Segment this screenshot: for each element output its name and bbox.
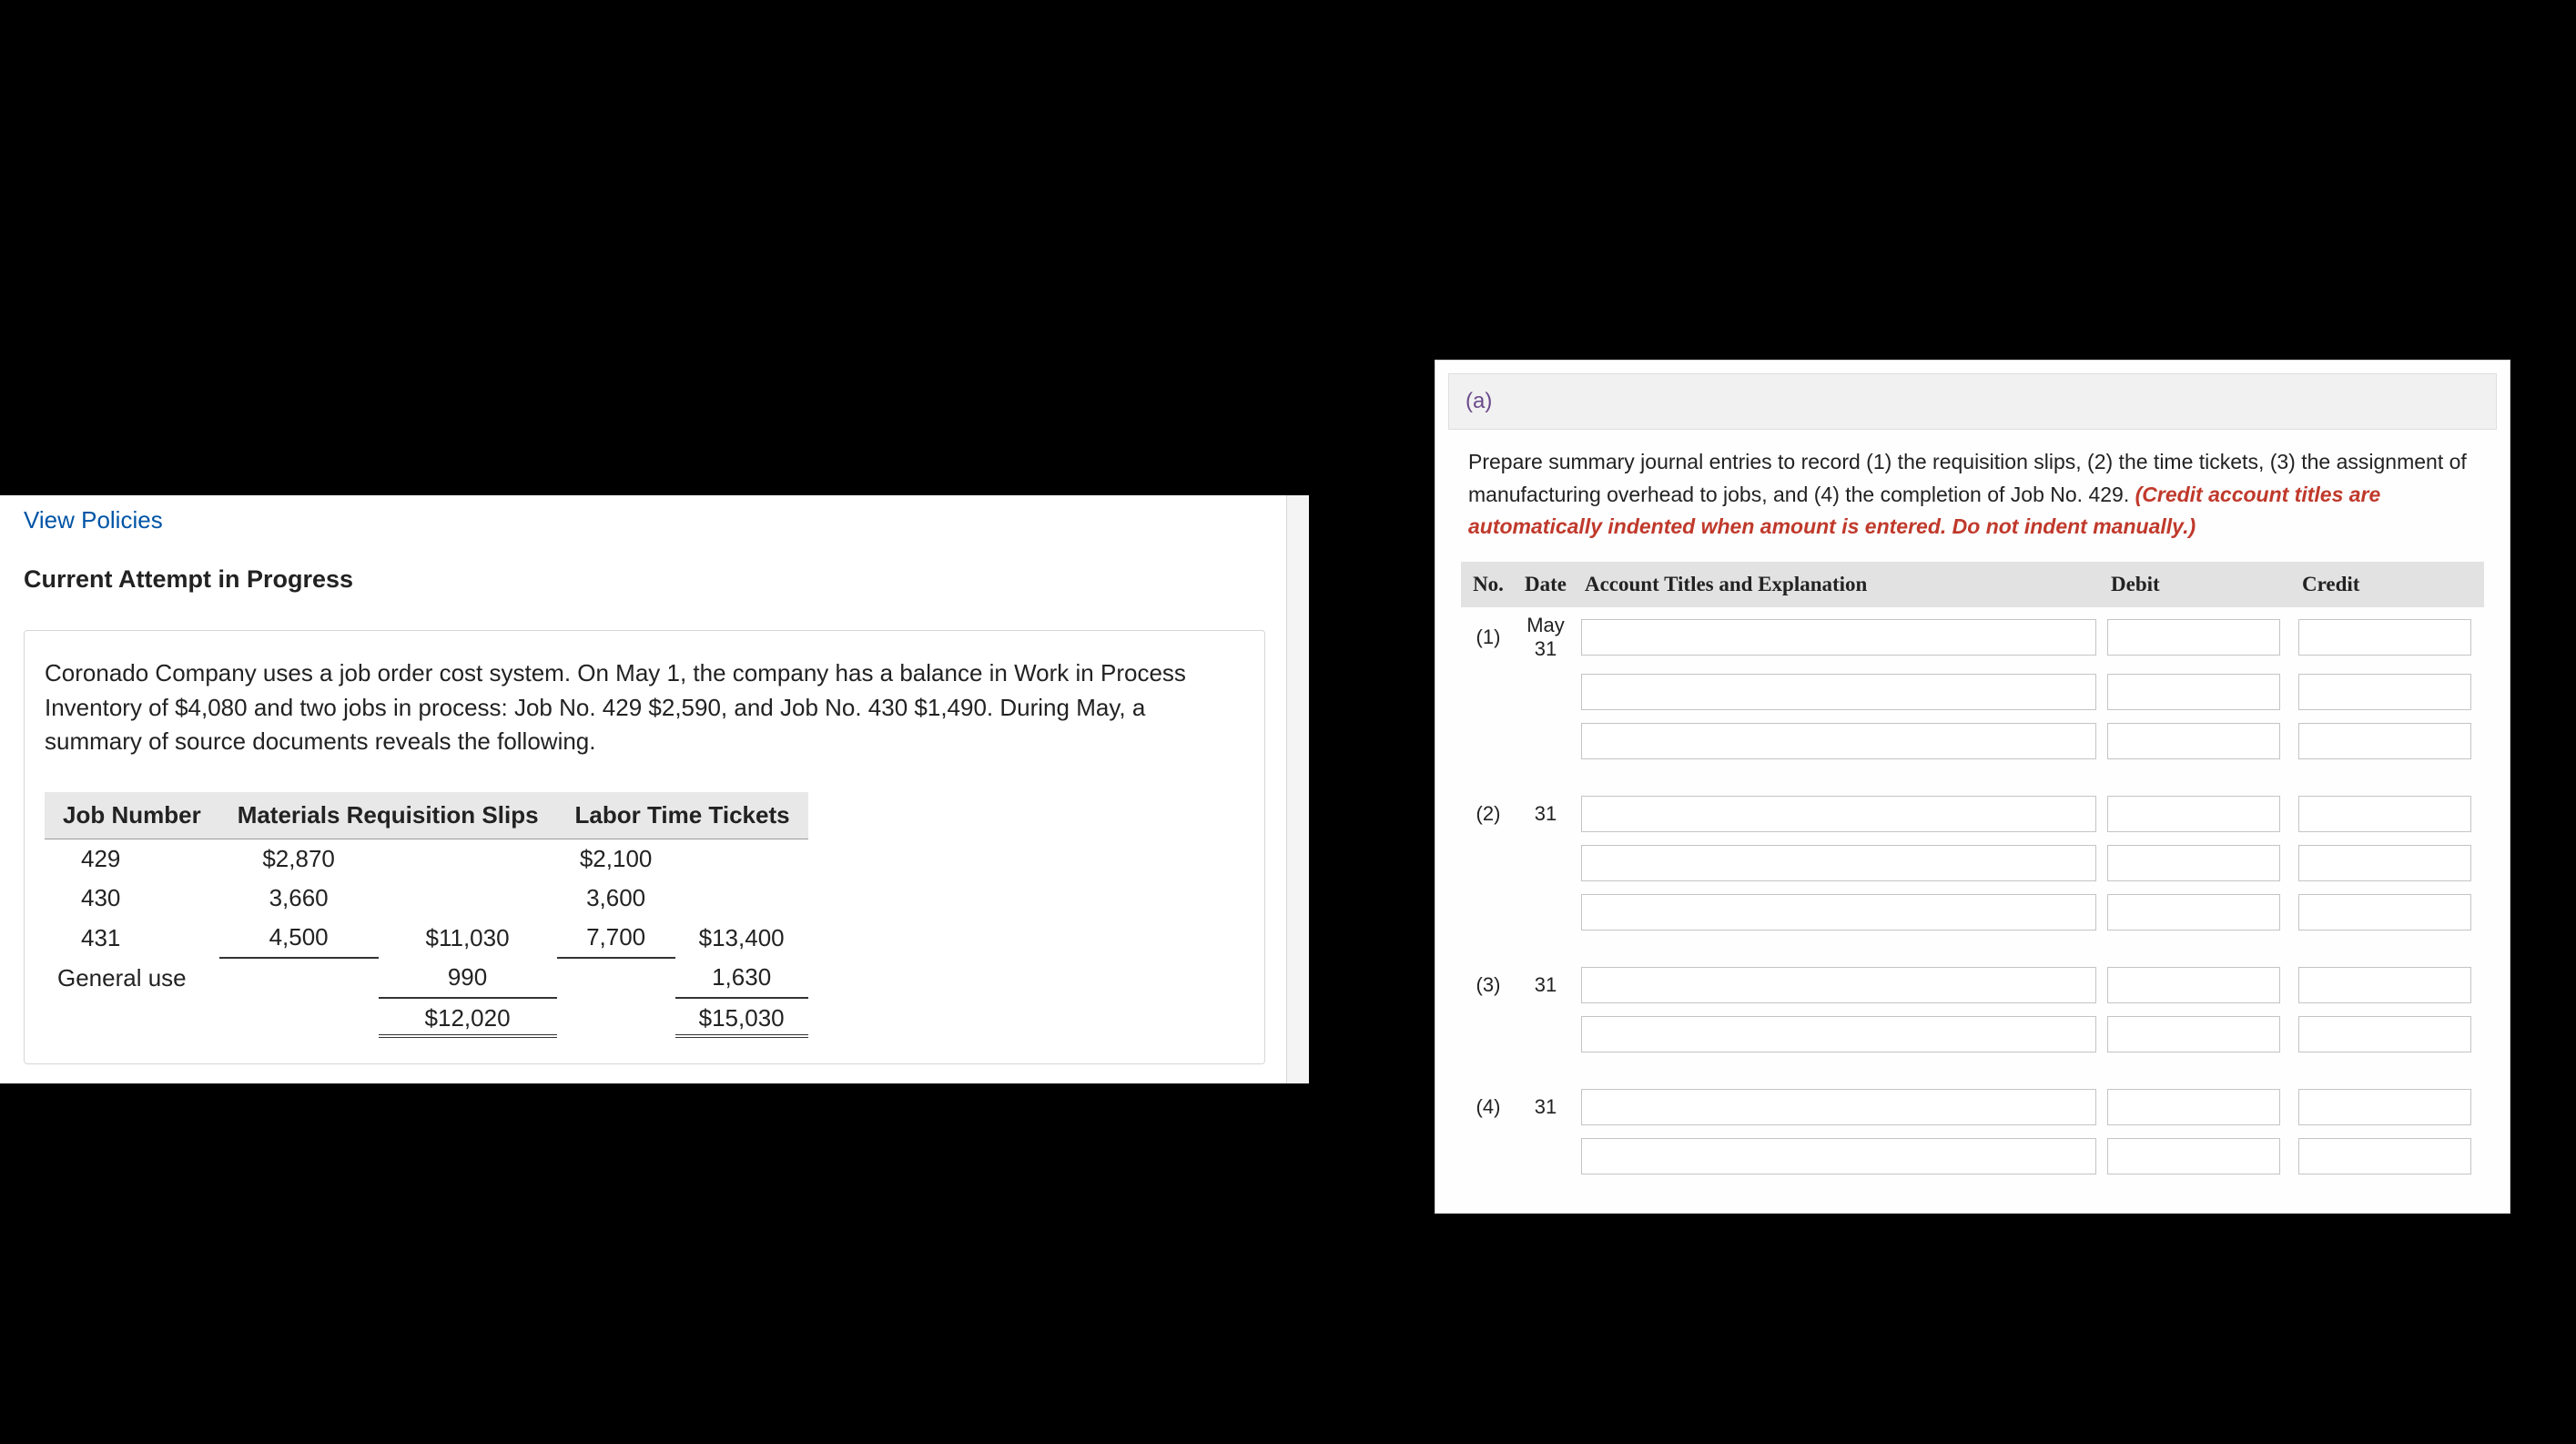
journal-no: (4) [1461, 1083, 1516, 1132]
account-title-input[interactable] [1581, 1138, 2096, 1175]
journal-no [1461, 839, 1516, 888]
problem-panel-inner: View Policies Current Attempt in Progres… [0, 495, 1287, 1064]
source-documents-table: Job Number Materials Requisition Slips L… [45, 792, 808, 1038]
col-no: No. [1461, 562, 1516, 607]
journal-row [1461, 667, 2484, 717]
journal-row [1461, 888, 2484, 937]
col-job-number: Job Number [45, 792, 219, 839]
instructions-text: Prepare summary journal entries to recor… [1435, 430, 2510, 554]
account-title-input[interactable] [1581, 619, 2096, 656]
debit-input[interactable] [2107, 967, 2280, 1003]
journal-date [1516, 667, 1576, 717]
account-title-input[interactable] [1581, 894, 2096, 930]
journal-date [1516, 888, 1576, 937]
journal-no: (2) [1461, 789, 1516, 839]
debit-input[interactable] [2107, 1138, 2280, 1175]
journal-gap [1461, 766, 2484, 789]
journal-date [1516, 717, 1576, 766]
journal-no [1461, 1132, 1516, 1181]
credit-input[interactable] [2298, 967, 2471, 1003]
col-labor: Labor Time Tickets [557, 792, 808, 839]
col-debit: Debit [2102, 562, 2293, 607]
journal-row: (2)31 [1461, 789, 2484, 839]
journal-date [1516, 839, 1576, 888]
journal-no [1461, 1010, 1516, 1059]
part-label: (a) [1448, 373, 2497, 430]
problem-panel: View Policies Current Attempt in Progres… [0, 495, 1309, 1083]
journal-no [1461, 717, 1516, 766]
credit-input[interactable] [2298, 894, 2471, 930]
journal-gap [1461, 1059, 2484, 1083]
journal-date: May 31 [1516, 607, 1576, 667]
account-title-input[interactable] [1581, 796, 2096, 832]
credit-input[interactable] [2298, 1089, 2471, 1125]
table-row-total: $12,020 $15,030 [45, 998, 808, 1036]
col-materials: Materials Requisition Slips [219, 792, 557, 839]
journal-row: (3)31 [1461, 961, 2484, 1010]
journal-date [1516, 1132, 1576, 1181]
table-row: 429 $2,870 $2,100 [45, 839, 808, 880]
credit-input[interactable] [2298, 723, 2471, 759]
debit-input[interactable] [2107, 1016, 2280, 1052]
journal-row: (4)31 [1461, 1083, 2484, 1132]
debit-input[interactable] [2107, 674, 2280, 710]
problem-text: Coronado Company uses a job order cost s… [45, 656, 1244, 759]
col-account: Account Titles and Explanation [1576, 562, 2102, 607]
journal-date: 31 [1516, 1083, 1576, 1132]
table-row: 430 3,660 3,600 [45, 879, 808, 918]
journal-row [1461, 1010, 2484, 1059]
journal-row [1461, 1132, 2484, 1181]
journal-row: (1)May 31 [1461, 607, 2484, 667]
journal-no [1461, 667, 1516, 717]
debit-input[interactable] [2107, 1089, 2280, 1125]
problem-box: Coronado Company uses a job order cost s… [24, 630, 1265, 1064]
answer-panel: (a) Prepare summary journal entries to r… [1435, 360, 2510, 1214]
debit-input[interactable] [2107, 723, 2280, 759]
view-policies-link[interactable]: View Policies [24, 506, 1263, 534]
credit-input[interactable] [2298, 1138, 2471, 1175]
table-row: General use 990 1,630 [45, 958, 808, 998]
journal-no [1461, 888, 1516, 937]
journal-row [1461, 717, 2484, 766]
account-title-input[interactable] [1581, 845, 2096, 881]
account-title-input[interactable] [1581, 967, 2096, 1003]
journal-gap [1461, 1181, 2484, 1205]
journal-gap [1461, 937, 2484, 961]
journal-date: 31 [1516, 961, 1576, 1010]
journal-date [1516, 1010, 1576, 1059]
debit-input[interactable] [2107, 796, 2280, 832]
account-title-input[interactable] [1581, 1089, 2096, 1125]
journal-row [1461, 839, 2484, 888]
debit-input[interactable] [2107, 619, 2280, 656]
journal-no: (1) [1461, 607, 1516, 667]
scrollbar-thumb[interactable] [1290, 495, 1306, 841]
account-title-input[interactable] [1581, 723, 2096, 759]
attempt-heading: Current Attempt in Progress [24, 565, 1263, 594]
journal-date: 31 [1516, 789, 1576, 839]
credit-input[interactable] [2298, 1016, 2471, 1052]
credit-input[interactable] [2298, 796, 2471, 832]
col-credit: Credit [2293, 562, 2484, 607]
credit-input[interactable] [2298, 845, 2471, 881]
credit-input[interactable] [2298, 674, 2471, 710]
account-title-input[interactable] [1581, 1016, 2096, 1052]
table-row: 431 4,500 $11,030 7,700 $13,400 [45, 918, 808, 958]
debit-input[interactable] [2107, 845, 2280, 881]
debit-input[interactable] [2107, 894, 2280, 930]
journal-entry-table: No. Date Account Titles and Explanation … [1461, 562, 2484, 1205]
journal-no: (3) [1461, 961, 1516, 1010]
account-title-input[interactable] [1581, 674, 2096, 710]
credit-input[interactable] [2298, 619, 2471, 656]
col-date: Date [1516, 562, 1576, 607]
